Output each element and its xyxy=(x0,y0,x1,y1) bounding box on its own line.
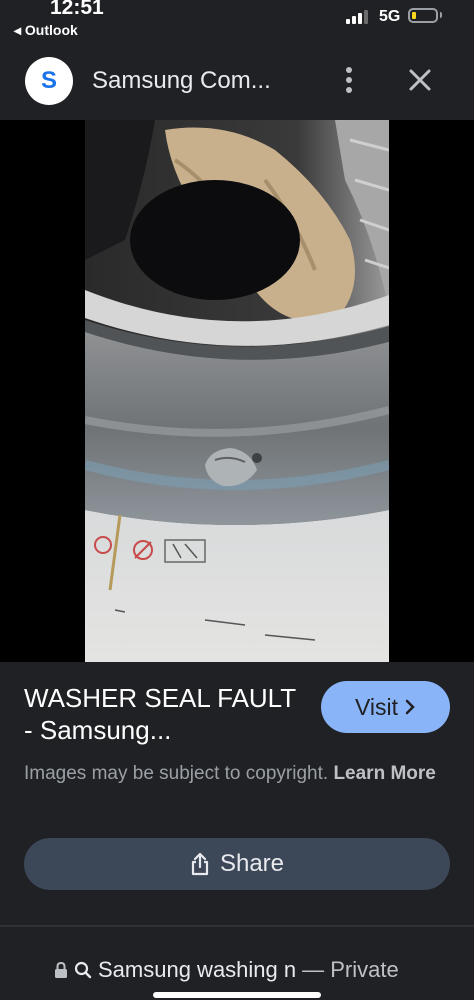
lock-icon xyxy=(55,961,67,978)
result-info-panel: WASHER SEAL FAULT - Samsung... Visit Ima… xyxy=(0,662,474,920)
learn-more-link[interactable]: Learn More xyxy=(333,763,435,784)
result-title[interactable]: WASHER SEAL FAULT - Samsung... xyxy=(24,682,304,746)
private-label: — Private xyxy=(302,957,399,982)
home-indicator[interactable] xyxy=(153,992,321,998)
visit-label: Visit xyxy=(354,693,399,720)
image-viewer[interactable] xyxy=(0,120,474,746)
more-vert-icon[interactable] xyxy=(336,64,362,96)
back-to-app-link[interactable]: ◂ Outlook xyxy=(14,22,78,39)
copyright-notice: Images may be subject to copyright. Lear… xyxy=(24,760,454,788)
result-header: S Samsung Com... xyxy=(0,44,474,120)
cellular-signal-icon xyxy=(346,10,372,24)
network-type: 5G xyxy=(379,8,401,25)
search-icon xyxy=(74,961,92,979)
copyright-text: Images may be subject to copyright. xyxy=(24,763,329,784)
share-button[interactable]: Share xyxy=(24,838,450,890)
divider xyxy=(0,925,474,927)
status-bar: 12:51 ◂ Outlook 5G xyxy=(0,0,474,42)
share-label: Share xyxy=(219,850,285,877)
close-icon[interactable] xyxy=(404,64,436,96)
washer-seal-photo[interactable] xyxy=(85,120,389,662)
visit-button[interactable]: Visit xyxy=(321,681,450,733)
battery-icon xyxy=(408,8,438,23)
site-name[interactable]: Samsung Com... xyxy=(92,67,271,95)
address-bar[interactable]: Samsung washing n — Private xyxy=(0,940,474,1000)
chevron-right-icon xyxy=(405,699,415,715)
favicon-letter: S xyxy=(40,67,57,94)
address-query: Samsung washing n xyxy=(98,957,297,982)
site-favicon: S xyxy=(25,57,73,105)
status-time: 12:51 xyxy=(50,0,104,19)
share-icon xyxy=(191,852,209,876)
